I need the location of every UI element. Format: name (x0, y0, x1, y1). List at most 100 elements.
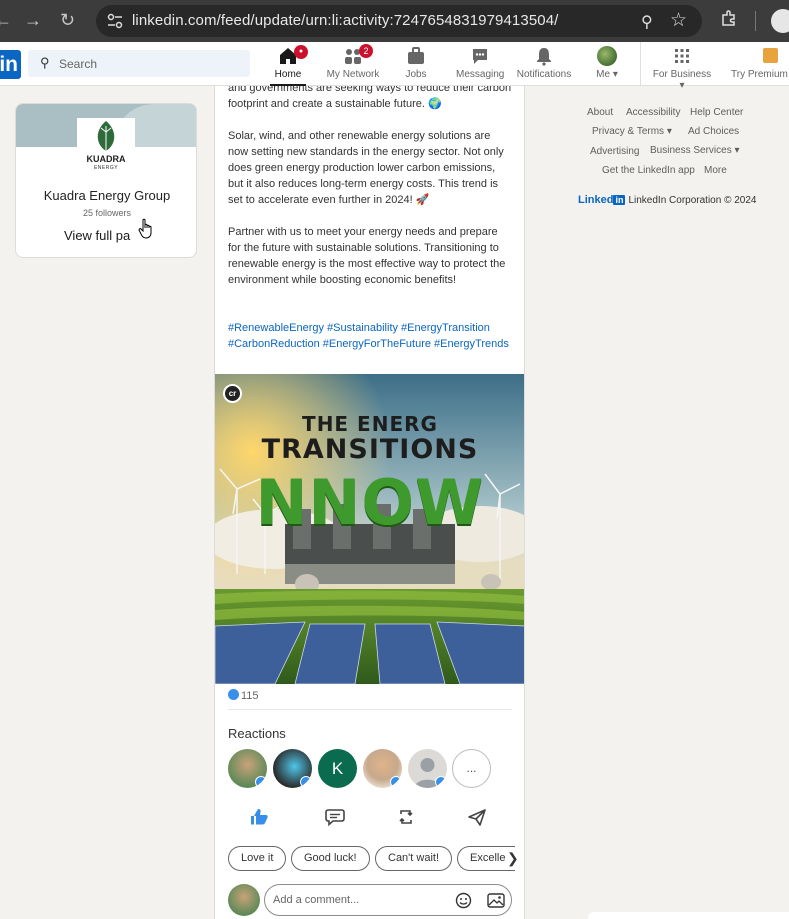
company-card: KUADRA ENERGY Kuadra Energy Group 25 fol… (15, 103, 197, 258)
content-credential-badge[interactable]: cr (223, 384, 242, 403)
site-settings-icon[interactable] (106, 12, 124, 30)
browser-toolbar: ← → ↻ linkedin.com/feed/update/urn:li:ac… (0, 0, 789, 42)
chevron-down-icon: ▾ (610, 69, 618, 80)
reactor-avatar[interactable] (363, 749, 402, 788)
url-text[interactable]: linkedin.com/feed/update/urn:li:activity… (132, 12, 558, 29)
notification-dot: ● (294, 45, 308, 59)
view-full-page-link[interactable]: View full pa (64, 228, 130, 243)
post-paragraph: and governments are seeking ways to redu… (228, 86, 512, 110)
reactor-avatar[interactable] (228, 749, 267, 788)
logo-subtext: ENERGY (93, 165, 119, 171)
forward-arrow-icon[interactable]: → (24, 9, 42, 31)
hand-cursor-icon (138, 218, 152, 239)
footer-link-get-app[interactable]: Get the LinkedIn app (602, 165, 695, 176)
post-paragraph: Solar, wind, and other renewable energy … (228, 130, 504, 206)
chevron-down-icon: ▾ (679, 80, 685, 91)
grid-icon (675, 49, 689, 63)
nav-for-business[interactable]: For Business ▾ (650, 46, 714, 91)
post-image[interactable]: cr THE ENERG TRANSITIONS NNOW (215, 374, 524, 684)
more-reactors-button[interactable]: ... (452, 749, 491, 788)
nav-home[interactable]: ● Home (270, 45, 308, 86)
bookmark-star-icon[interactable]: ☆ (670, 9, 687, 32)
footer-link-advertising[interactable]: Advertising (590, 146, 639, 157)
footer-link-label: Privacy & Terms (592, 126, 665, 137)
image-icon[interactable] (487, 892, 505, 909)
like-icon (255, 776, 267, 788)
like-button[interactable] (245, 806, 275, 828)
toolbar-divider (755, 11, 756, 31)
nav-messaging[interactable]: Messaging (456, 46, 504, 80)
nav-label: Notifications (516, 69, 572, 80)
send-button[interactable] (462, 806, 492, 828)
footer-link-more[interactable]: More (704, 165, 727, 176)
company-logo[interactable]: KUADRA ENERGY (77, 118, 135, 176)
comment-button[interactable] (320, 806, 350, 828)
footer-link-ad-choices[interactable]: Ad Choices (688, 126, 739, 137)
chevron-down-icon: ▾ (734, 145, 740, 156)
jobs-icon (408, 47, 424, 64)
comment-placeholder: Add a comment... (273, 894, 360, 906)
nav-label: Messaging (456, 69, 505, 80)
footer-link-privacy-terms[interactable]: Privacy & Terms ▾ (592, 126, 672, 137)
network-badge: 2 (359, 44, 373, 58)
footer-link-accessibility[interactable]: Accessibility (626, 107, 680, 118)
quick-reply-chip[interactable]: Love it (228, 846, 287, 871)
like-icon (435, 776, 447, 788)
extensions-icon[interactable] (720, 9, 738, 27)
back-arrow-icon[interactable]: ← (0, 9, 12, 31)
zoom-icon[interactable]: ⚲ (641, 12, 653, 32)
nav-label: My Network (326, 69, 380, 80)
chevron-right-icon[interactable]: ❯ (507, 850, 519, 867)
divider (228, 709, 512, 710)
nav-notifications[interactable]: Notifications (516, 46, 572, 80)
reactions-heading: Reactions (228, 726, 286, 741)
post-hashtags[interactable]: #RenewableEnergy #Sustainability #Energy… (228, 320, 513, 352)
messaging-overlay-edge (588, 912, 789, 919)
search-input[interactable]: ⚲ Search (28, 50, 250, 77)
nav-my-network[interactable]: 2 My Network (325, 44, 381, 80)
linkedin-header: in ⚲ Search ● Home 2 My Network Jobs Mes… (0, 42, 789, 91)
nav-label: Try Premium f (731, 69, 789, 80)
like-icon (300, 776, 312, 788)
image-title-line: NNOW (255, 466, 485, 539)
like-icon (228, 689, 239, 700)
post-card: and governments are seeking ways to redu… (214, 86, 525, 919)
footer-link-business-services[interactable]: Business Services ▾ (650, 145, 740, 156)
commenter-avatar (228, 884, 260, 916)
image-title-line: TRANSITIONS (261, 434, 479, 465)
reaction-count[interactable]: 115 (228, 689, 259, 702)
nav-label: Me (596, 69, 611, 80)
company-name[interactable]: Kuadra Energy Group (16, 188, 196, 203)
footer-link-label: Business Services (650, 145, 732, 156)
reload-icon[interactable]: ↻ (60, 9, 75, 31)
reactor-avatar[interactable]: K (318, 749, 357, 788)
quick-reply-chip[interactable]: Good luck! (291, 846, 370, 871)
emoji-icon[interactable] (455, 892, 472, 909)
copyright-text: LinkedIn Corporation © 2024 (628, 195, 757, 206)
nav-jobs[interactable]: Jobs (402, 46, 430, 80)
linkedin-in-mark: in (613, 195, 626, 205)
search-placeholder: Search (59, 57, 98, 71)
repost-button[interactable] (391, 806, 421, 828)
nav-label: Home (274, 69, 302, 80)
footer-link-about[interactable]: About (587, 107, 613, 118)
quick-reply-chip[interactable]: Can't wait! (375, 846, 453, 871)
footer-link-help-center[interactable]: Help Center (690, 107, 743, 118)
reaction-count-value: 115 (241, 690, 259, 702)
image-title-line: THE ENERG (302, 412, 438, 436)
reactor-avatar[interactable] (408, 749, 447, 788)
logo-text: KUADRA (86, 154, 126, 164)
profile-avatar-icon[interactable] (771, 9, 789, 33)
footer-brand: Linked in LinkedIn Corporation © 2024 (578, 194, 756, 206)
avatar (597, 46, 617, 66)
linkedin-logo[interactable]: in (0, 50, 21, 79)
comment-input[interactable]: Add a comment... (264, 884, 512, 916)
leaf-turbine-icon (97, 121, 115, 151)
nav-label: Jobs (405, 69, 427, 80)
follower-count: 25 followers (82, 208, 132, 218)
reactor-avatar[interactable] (273, 749, 312, 788)
address-bar[interactable]: linkedin.com/feed/update/urn:li:activity… (96, 5, 702, 37)
nav-me[interactable]: Me ▾ (593, 46, 621, 80)
search-icon: ⚲ (40, 55, 50, 70)
nav-try-premium[interactable]: Try Premium f (731, 46, 789, 80)
